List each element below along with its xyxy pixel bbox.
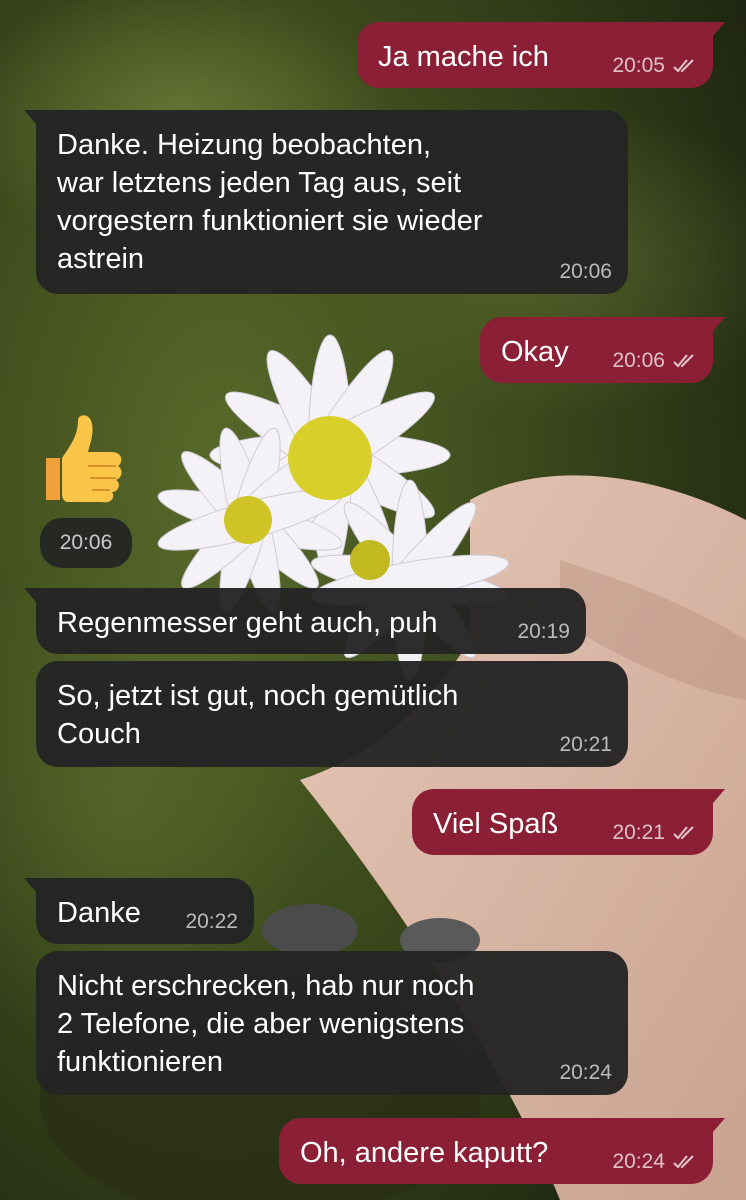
message-outgoing[interactable]: Viel Spaß 20:21 bbox=[412, 789, 725, 855]
message-text: Regenmesser geht auch, puh bbox=[57, 607, 438, 639]
double-check-icon bbox=[673, 1154, 697, 1170]
message-time: 20:19 bbox=[517, 620, 570, 643]
message-meta: 20:22 bbox=[185, 910, 238, 934]
message-time: 20:06 bbox=[612, 349, 665, 372]
message-incoming[interactable]: Danke 20:22 bbox=[24, 878, 254, 944]
message-time: 20:05 bbox=[612, 54, 665, 77]
message-outgoing[interactable]: Ja mache ich 20:05 bbox=[357, 22, 725, 88]
message-outgoing[interactable]: Oh, andere kaputt? 20:24 bbox=[279, 1118, 725, 1184]
emoji-time: 20:06 bbox=[40, 518, 132, 568]
message-time: 20:21 bbox=[559, 733, 612, 756]
message-meta: 20:24 bbox=[612, 1150, 697, 1174]
message-meta: 20:06 bbox=[612, 349, 697, 373]
message-incoming[interactable]: So, jetzt ist gut, noch gemütlich Couch … bbox=[36, 661, 628, 767]
message-meta: 20:24 bbox=[559, 1061, 612, 1085]
message-text: Nicht erschrecken, hab nur noch 2 Telefo… bbox=[57, 970, 475, 1078]
message-incoming[interactable]: Nicht erschrecken, hab nur noch 2 Telefo… bbox=[36, 951, 628, 1095]
message-list[interactable]: Ja mache ich 20:05 Danke. Heizung beobac… bbox=[0, 0, 746, 1200]
message-text: Danke. Heizung beobachten, war letztens … bbox=[57, 129, 483, 275]
message-outgoing[interactable]: Okay 20:06 bbox=[480, 317, 725, 383]
message-time: 20:22 bbox=[185, 910, 238, 933]
message-incoming[interactable]: Regenmesser geht auch, puh 20:19 bbox=[24, 588, 586, 654]
double-check-icon bbox=[673, 825, 697, 841]
message-incoming[interactable]: Danke. Heizung beobachten, war letztens … bbox=[24, 110, 628, 294]
double-check-icon bbox=[673, 353, 697, 369]
message-time: 20:21 bbox=[612, 821, 665, 844]
message-time: 20:24 bbox=[559, 1061, 612, 1084]
message-text: So, jetzt ist gut, noch gemütlich Couch bbox=[57, 680, 459, 750]
message-meta: 20:21 bbox=[559, 733, 612, 757]
double-check-icon bbox=[673, 58, 697, 74]
message-meta: 20:19 bbox=[517, 620, 570, 644]
message-time: 20:24 bbox=[612, 1150, 665, 1173]
thumbs-up-emoji[interactable] bbox=[38, 412, 124, 504]
message-meta: 20:05 bbox=[612, 54, 697, 78]
message-meta: 20:06 bbox=[559, 260, 612, 284]
message-time: 20:06 bbox=[559, 260, 612, 283]
message-meta: 20:21 bbox=[612, 821, 697, 845]
